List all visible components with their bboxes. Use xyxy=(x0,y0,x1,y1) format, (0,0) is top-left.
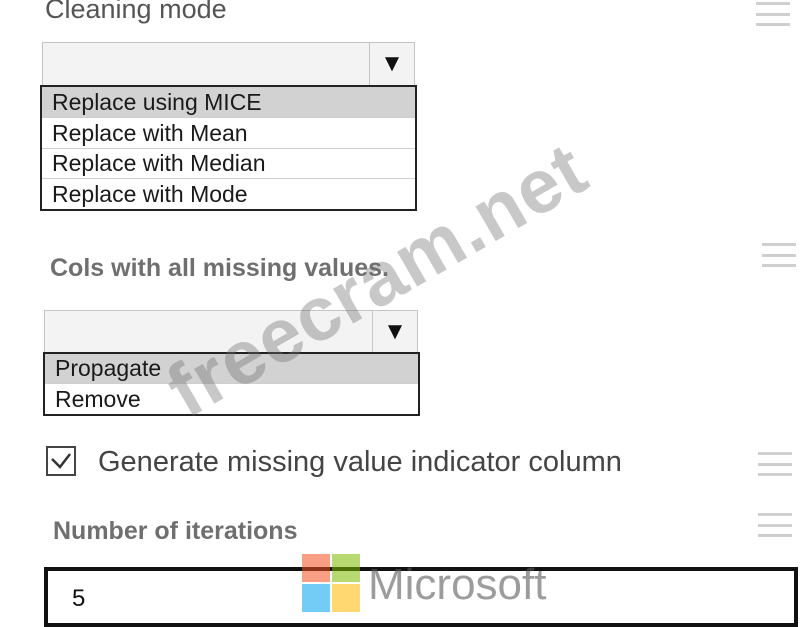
cleaning-mode-title: Cleaning mode xyxy=(45,0,227,24)
option-replace-mean[interactable]: Replace with Mean xyxy=(42,118,415,149)
microsoft-logo-icon xyxy=(302,554,360,612)
iterations-title: Number of iterations xyxy=(53,517,298,545)
indicator-label: Generate missing value indicator column xyxy=(98,446,622,478)
cleaning-mode-dropdown[interactable]: ▼ xyxy=(42,42,415,86)
chevron-down-icon[interactable]: ▼ xyxy=(369,43,414,85)
menu-icon[interactable] xyxy=(762,243,796,267)
option-replace-median[interactable]: Replace with Median xyxy=(42,149,415,179)
option-replace-mode[interactable]: Replace with Mode xyxy=(42,179,415,209)
iterations-value: 5 xyxy=(72,585,86,612)
checkmark-icon xyxy=(51,453,71,469)
menu-icon[interactable] xyxy=(758,452,792,476)
indicator-checkbox[interactable] xyxy=(46,446,76,476)
menu-icon[interactable] xyxy=(758,513,792,537)
menu-icon[interactable] xyxy=(756,2,790,26)
cleaning-mode-option-list: Replace using MICE Replace with Mean Rep… xyxy=(40,85,417,211)
microsoft-brand-text: Microsoft xyxy=(368,560,547,609)
option-replace-mice[interactable]: Replace using MICE xyxy=(42,87,415,118)
